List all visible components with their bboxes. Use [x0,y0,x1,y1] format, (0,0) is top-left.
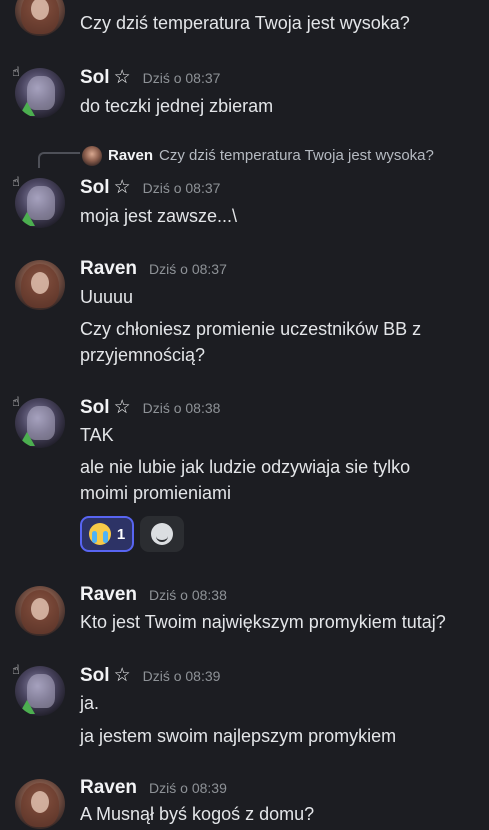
timestamp: Dziś o 08:37 [142,180,221,196]
reply-connector [38,152,80,168]
hat-icon: ☝ [12,394,20,409]
username[interactable]: Sol [80,177,110,198]
reply-avatar [82,146,102,166]
timestamp: Dziś o 08:38 [142,400,221,416]
message-text: Czy dziś temperatura Twoja jest wysoka? [80,13,410,33]
hat-icon: ☝ [12,662,20,677]
username[interactable]: Raven [80,777,137,798]
message-text: ja jestem swoim najlepszym promykiem [80,726,397,746]
avatar[interactable] [15,0,65,36]
hat-icon: ☝ [12,64,20,79]
message-header: Sol ☆ Dziś o 08:37 [80,66,220,89]
avatar[interactable] [15,586,65,636]
username[interactable]: Sol [80,665,110,686]
message-text: ale nie lubie jak ludzie odzywiaja sie t… [80,457,411,477]
message-text: ja. [80,693,100,713]
timestamp: Dziś o 08:38 [149,587,227,603]
star-icon: ☆ [113,665,131,686]
message-text: Czy chłoniesz promienie uczestników BB z [80,319,422,339]
chat-message-list: Czy dziś temperatura Twoja jest wysoka? … [0,0,489,830]
reaction-count: 1 [116,525,126,543]
message-header: Raven Dziś o 08:38 [80,584,227,606]
message-header: Raven Dziś o 08:37 [80,258,227,280]
timestamp: Dziś o 08:37 [142,70,221,86]
star-icon: ☆ [113,177,131,198]
avatar[interactable] [15,779,65,829]
message-header: Sol ☆ Dziś o 08:38 [80,396,220,419]
username[interactable]: Raven [80,584,137,605]
message-header: Sol ☆ Dziś o 08:37 [80,176,220,199]
sob-emoji-icon [88,523,111,545]
add-reaction-button[interactable] [140,516,184,552]
add-reaction-icon [151,523,173,545]
star-icon: ☆ [113,397,131,418]
message-text: moimi promieniami [80,483,232,503]
username[interactable]: Raven [80,258,137,279]
username[interactable]: Sol [80,397,110,418]
message-text: do teczki jednej zbieram [80,96,274,116]
reaction-button[interactable]: 1 [80,516,134,552]
message-text: TAK [80,425,114,445]
message-text: Kto jest Twoim największym promykiem tut… [80,612,446,632]
reply-preview[interactable]: Raven Czy dziś temperatura Twoja jest wys… [82,146,434,166]
timestamp: Dziś o 08:39 [142,668,221,684]
hat-icon: ☝ [12,174,20,189]
message-text: Uuuuu [80,287,134,307]
message-text: moja jest zawsze...\ [80,206,238,226]
message-header: Sol ☆ Dziś o 08:39 [80,664,220,687]
avatar[interactable] [15,260,65,310]
reply-text: Czy dziś temperatura Twoja jest wysoka? [159,146,434,164]
message-text: przyjemnością? [80,345,206,365]
reply-author: Raven [108,146,154,164]
username[interactable]: Sol [80,67,110,88]
timestamp: Dziś o 08:37 [149,261,227,277]
timestamp: Dziś o 08:39 [149,780,227,796]
star-icon: ☆ [113,67,131,88]
message-text: A Musnął byś kogoś z domu? [80,804,315,824]
message-header: Raven Dziś o 08:39 [80,777,227,799]
